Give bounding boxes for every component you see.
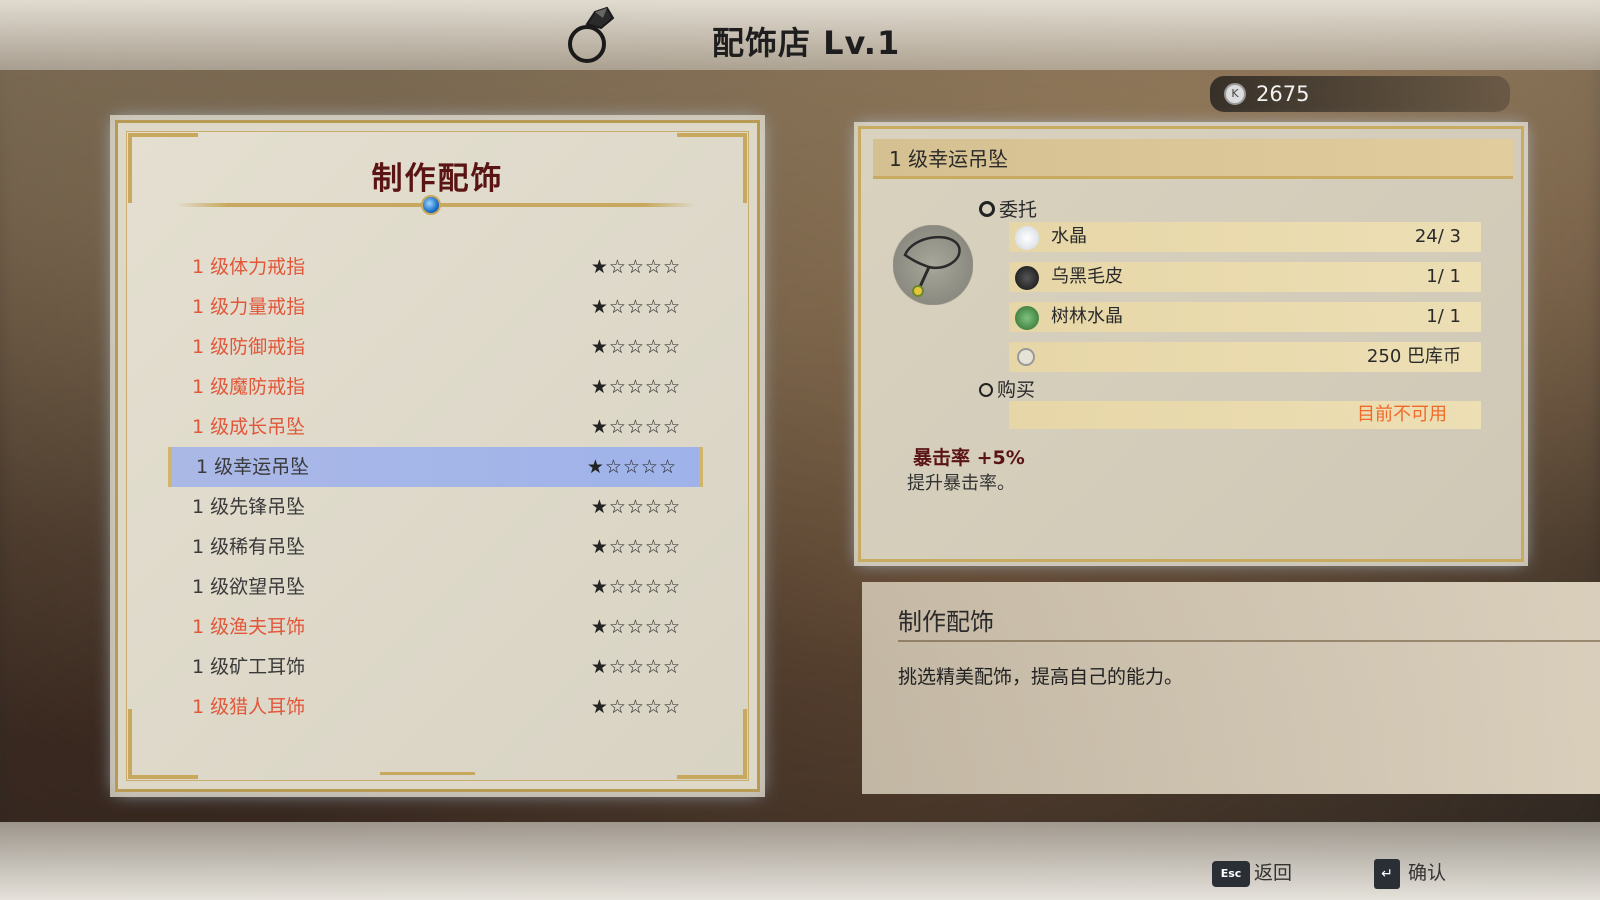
effect-title: 暴击率 +5% bbox=[913, 447, 1025, 469]
buy-status: 目前不可用 bbox=[1009, 401, 1481, 429]
list-item[interactable]: 1 级体力戒指 ★☆☆☆☆ bbox=[168, 247, 703, 287]
coin-icon bbox=[1017, 348, 1035, 366]
fur-icon bbox=[1015, 266, 1039, 290]
item-name: 1 级欲望吊坠 bbox=[192, 576, 306, 598]
item-name: 1 级成长吊坠 bbox=[192, 416, 306, 438]
accessory-list: 1 级体力戒指 ★☆☆☆☆ 1 级力量戒指 ★☆☆☆☆ 1 级防御戒指 ★☆☆☆… bbox=[168, 247, 703, 727]
item-name: 1 级魔防戒指 bbox=[192, 376, 306, 398]
item-rarity: ★☆☆☆☆ bbox=[590, 696, 681, 718]
commission-icon bbox=[979, 201, 995, 217]
material-row: 乌黑毛皮 1/ 1 bbox=[1009, 262, 1481, 292]
item-name: 1 级矿工耳饰 bbox=[192, 656, 306, 678]
bottom-band bbox=[0, 822, 1600, 900]
confirm-control[interactable]: ↵ 确认 bbox=[1374, 858, 1446, 889]
item-name: 1 级稀有吊坠 bbox=[192, 536, 306, 558]
item-rarity: ★☆☆☆☆ bbox=[590, 376, 681, 398]
item-rarity: ★☆☆☆☆ bbox=[590, 656, 681, 678]
coin-icon bbox=[979, 383, 993, 397]
confirm-label: 确认 bbox=[1408, 862, 1447, 884]
esc-key-icon: Esc bbox=[1212, 860, 1250, 887]
list-item[interactable]: 1 级矿工耳饰 ★☆☆☆☆ bbox=[168, 647, 703, 687]
list-item-selected[interactable]: 1 级幸运吊坠 ★☆☆☆☆ bbox=[168, 447, 703, 487]
material-name: 树林水晶 bbox=[1051, 306, 1123, 327]
item-rarity: ★☆☆☆☆ bbox=[590, 336, 681, 358]
list-item[interactable]: 1 级成长吊坠 ★☆☆☆☆ bbox=[168, 407, 703, 447]
item-name: 1 级先锋吊坠 bbox=[192, 496, 306, 518]
detail-item-name: 1 级幸运吊坠 bbox=[873, 139, 1513, 179]
help-description: 挑选精美配饰，提高自己的能力。 bbox=[898, 666, 1184, 688]
help-title: 制作配饰 bbox=[898, 608, 994, 636]
coin-icon: K bbox=[1224, 83, 1246, 105]
item-rarity: ★☆☆☆☆ bbox=[590, 496, 681, 518]
material-count: 24/ 3 bbox=[1414, 226, 1461, 247]
list-item[interactable]: 1 级渔夫耳饰 ★☆☆☆☆ bbox=[168, 607, 703, 647]
list-item[interactable]: 1 级猎人耳饰 ★☆☆☆☆ bbox=[168, 687, 703, 727]
list-item[interactable]: 1 级力量戒指 ★☆☆☆☆ bbox=[168, 287, 703, 327]
back-label: 返回 bbox=[1254, 862, 1293, 884]
cost-row: 250 巴库币 bbox=[1009, 342, 1481, 372]
item-rarity: ★☆☆☆☆ bbox=[590, 536, 681, 558]
enter-key-icon: ↵ bbox=[1374, 858, 1400, 889]
item-name: 1 级幸运吊坠 bbox=[196, 456, 310, 478]
help-box: 制作配饰 挑选精美配饰，提高自己的能力。 bbox=[862, 582, 1600, 794]
pendant-icon bbox=[893, 225, 973, 305]
item-rarity: ★☆☆☆☆ bbox=[590, 256, 681, 278]
forest-crystal-icon bbox=[1015, 306, 1039, 330]
item-rarity: ★☆☆☆☆ bbox=[590, 616, 681, 638]
gem-ornament-icon bbox=[421, 195, 441, 215]
craft-list-panel: 制作配饰 1 级体力戒指 ★☆☆☆☆ 1 级力量戒指 ★☆☆☆☆ 1 级防御戒指… bbox=[115, 120, 760, 792]
item-name: 1 级渔夫耳饰 bbox=[192, 616, 306, 638]
item-rarity: ★☆☆☆☆ bbox=[590, 416, 681, 438]
effect-description: 提升暴击率。 bbox=[907, 473, 1015, 494]
buy-section-label: 购买 bbox=[979, 375, 1035, 402]
money-display: K 2675 bbox=[1210, 76, 1510, 112]
panel-title: 制作配饰 bbox=[371, 161, 504, 197]
list-item[interactable]: 1 级欲望吊坠 ★☆☆☆☆ bbox=[168, 567, 703, 607]
back-control[interactable]: Esc 返回 bbox=[1212, 858, 1292, 887]
list-item[interactable]: 1 级防御戒指 ★☆☆☆☆ bbox=[168, 327, 703, 367]
material-count: 1/ 1 bbox=[1426, 306, 1461, 327]
panel-bottom-ornament bbox=[380, 772, 475, 775]
commission-section-label: 委托 bbox=[979, 195, 1037, 222]
item-rarity: ★☆☆☆☆ bbox=[590, 296, 681, 318]
material-count: 1/ 1 bbox=[1426, 266, 1461, 287]
list-item[interactable]: 1 级稀有吊坠 ★☆☆☆☆ bbox=[168, 527, 703, 567]
item-name: 1 级猎人耳饰 bbox=[192, 696, 306, 718]
craft-cost: 250 巴库币 bbox=[1366, 346, 1461, 367]
material-row: 水晶 24/ 3 bbox=[1009, 222, 1481, 252]
list-item[interactable]: 1 级魔防戒指 ★☆☆☆☆ bbox=[168, 367, 703, 407]
ring-icon bbox=[568, 6, 615, 63]
item-rarity: ★☆☆☆☆ bbox=[590, 576, 681, 598]
material-row: 树林水晶 1/ 1 bbox=[1009, 302, 1481, 332]
item-detail-panel: 1 级幸运吊坠 委托 水晶 24/ 3 乌黑毛皮 1/ 1 树林水晶 1/ 1 … bbox=[858, 126, 1524, 562]
help-divider bbox=[898, 640, 1600, 642]
item-name: 1 级体力戒指 bbox=[192, 256, 306, 278]
material-name: 乌黑毛皮 bbox=[1051, 266, 1123, 287]
material-name: 水晶 bbox=[1051, 226, 1087, 247]
item-name: 1 级力量戒指 bbox=[192, 296, 306, 318]
item-name: 1 级防御戒指 bbox=[192, 336, 306, 358]
money-amount: 2675 bbox=[1256, 82, 1310, 106]
shop-title: 配饰店 Lv.1 bbox=[712, 24, 901, 62]
item-rarity: ★☆☆☆☆ bbox=[586, 456, 677, 478]
crystal-icon bbox=[1015, 226, 1039, 250]
list-item[interactable]: 1 级先锋吊坠 ★☆☆☆☆ bbox=[168, 487, 703, 527]
